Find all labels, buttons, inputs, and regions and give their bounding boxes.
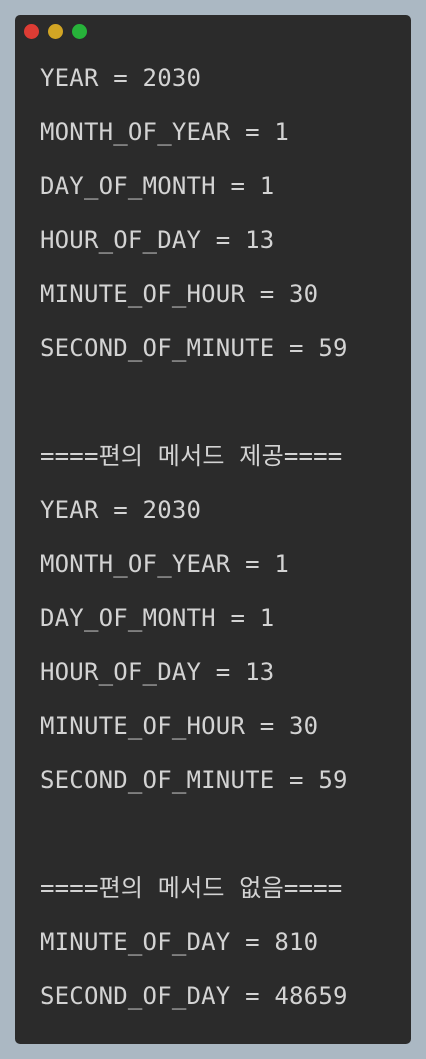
output-line: YEAR = 2030 bbox=[40, 496, 202, 524]
section-header-line: ====편의 메서드 제공==== bbox=[40, 442, 343, 470]
output-line: MONTH_OF_YEAR = 1 bbox=[40, 118, 290, 146]
maximize-button[interactable] bbox=[72, 24, 87, 39]
close-button[interactable] bbox=[24, 24, 39, 39]
section-header-line: ====편의 메서드 없음==== bbox=[40, 874, 343, 902]
output-line: SECOND_OF_MINUTE = 59 bbox=[40, 334, 348, 362]
output-line: MONTH_OF_YEAR = 1 bbox=[40, 550, 290, 578]
output-line: DAY_OF_MONTH = 1 bbox=[40, 604, 275, 632]
output-line: DAY_OF_MONTH = 1 bbox=[40, 172, 275, 200]
output-line: YEAR = 2030 bbox=[40, 64, 202, 92]
output-line: HOUR_OF_DAY = 13 bbox=[40, 226, 275, 254]
output-line: MINUTE_OF_DAY = 810 bbox=[40, 928, 319, 956]
output-line: MINUTE_OF_HOUR = 30 bbox=[40, 280, 319, 308]
output-line: HOUR_OF_DAY = 13 bbox=[40, 658, 275, 686]
code-output-window: YEAR = 2030 MONTH_OF_YEAR = 1 DAY_OF_MON… bbox=[15, 15, 411, 1044]
output-line: SECOND_OF_DAY = 48659 bbox=[40, 982, 348, 1010]
console-output: YEAR = 2030 MONTH_OF_YEAR = 1 DAY_OF_MON… bbox=[40, 51, 348, 1023]
window-controls bbox=[24, 24, 87, 39]
output-line: MINUTE_OF_HOUR = 30 bbox=[40, 712, 319, 740]
output-line: SECOND_OF_MINUTE = 59 bbox=[40, 766, 348, 794]
minimize-button[interactable] bbox=[48, 24, 63, 39]
